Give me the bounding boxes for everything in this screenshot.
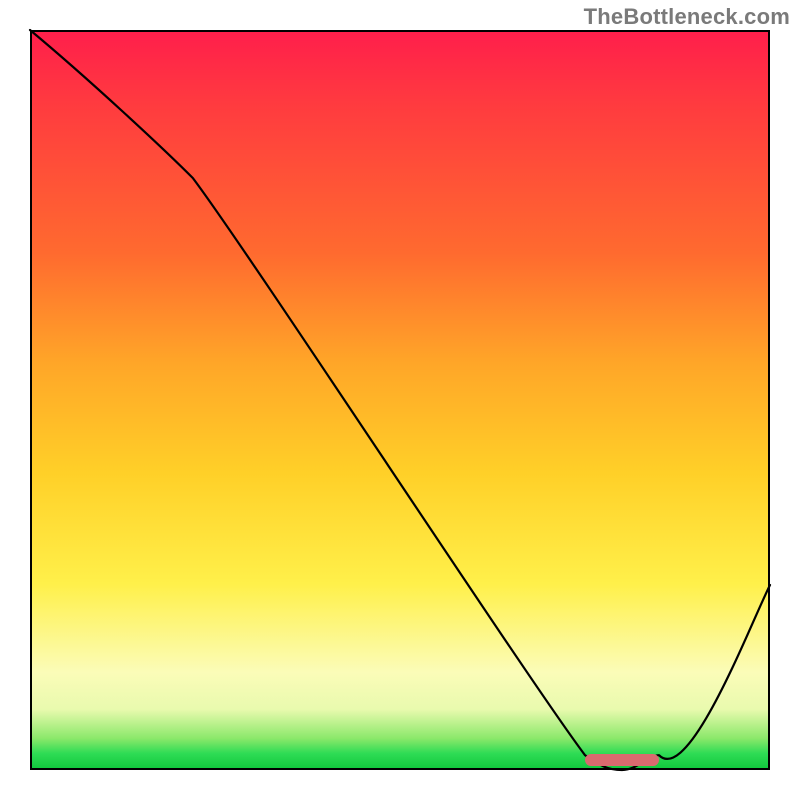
curve-layer: [30, 30, 770, 770]
chart-container: TheBottleneck.com: [0, 0, 800, 800]
watermark-text: TheBottleneck.com: [584, 4, 790, 30]
bottleneck-curve: [30, 30, 770, 770]
optimum-marker: [585, 754, 659, 766]
